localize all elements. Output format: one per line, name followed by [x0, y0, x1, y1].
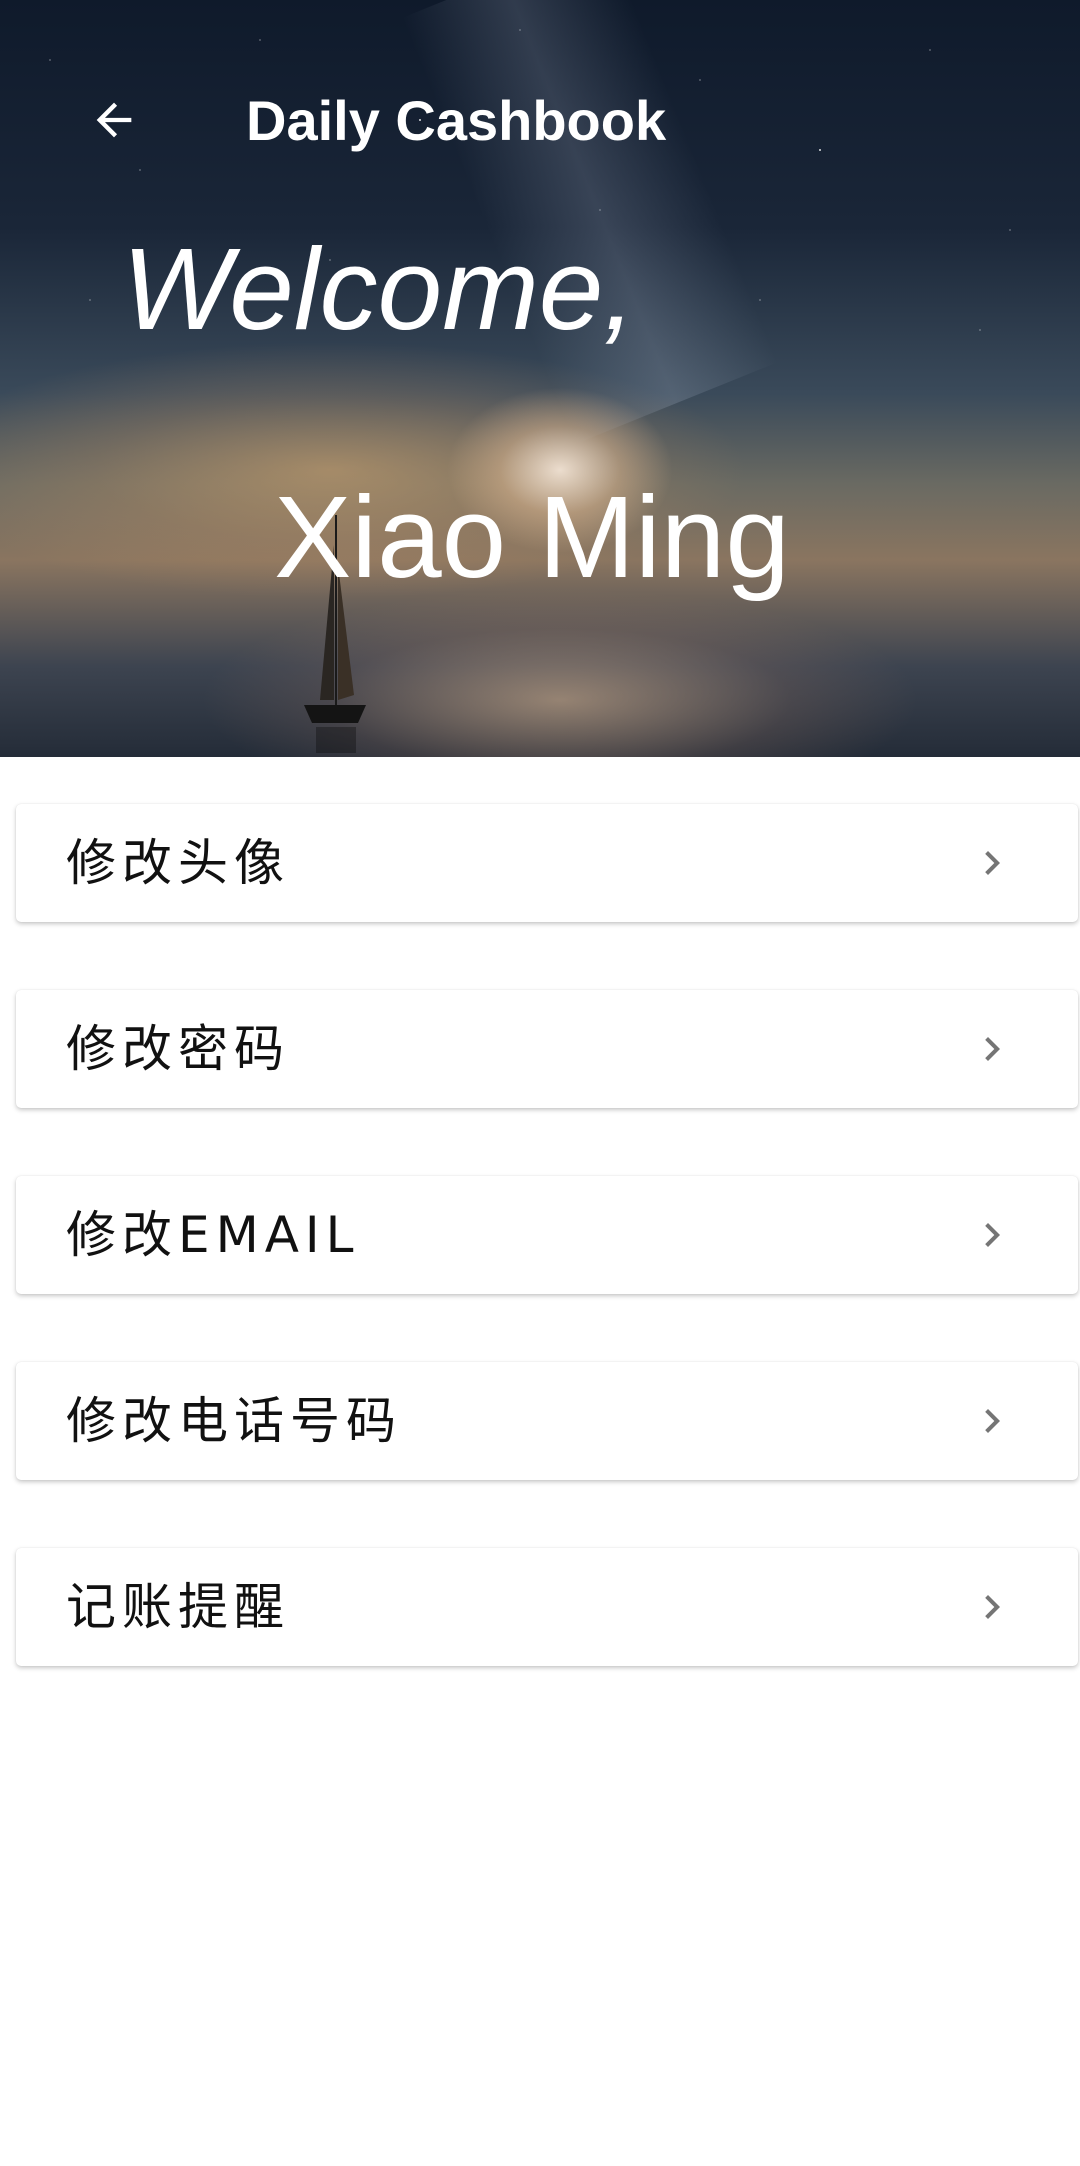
menu-item-label: 修改密码 — [66, 1020, 290, 1078]
menu-item-label: 修改电话号码 — [66, 1392, 402, 1450]
menu-item-change-email[interactable]: 修改EMAIL — [16, 1176, 1078, 1294]
menu-item-change-phone[interactable]: 修改电话号码 — [16, 1362, 1078, 1480]
app-title: Daily Cashbook — [246, 89, 667, 152]
menu-item-change-password[interactable]: 修改密码 — [16, 990, 1078, 1108]
welcome-text: Welcome, — [122, 224, 636, 354]
menu-item-label: 修改头像 — [66, 834, 290, 892]
chevron-right-icon — [985, 1409, 1000, 1433]
chevron-right-icon — [985, 851, 1000, 875]
chevron-right-icon — [985, 1595, 1000, 1619]
chevron-right-icon — [985, 1223, 1000, 1247]
arrow-left-icon — [96, 102, 132, 138]
chevron-right-icon — [985, 1037, 1000, 1061]
menu-item-label: 记账提醒 — [66, 1578, 290, 1636]
menu-item-change-avatar[interactable]: 修改头像 — [16, 804, 1078, 922]
username: Xiao Ming — [274, 472, 790, 602]
profile-header: Daily Cashbook Welcome, Xiao Ming — [0, 0, 1080, 757]
back-button[interactable] — [78, 84, 150, 156]
menu-item-bookkeeping-reminder[interactable]: 记账提醒 — [16, 1548, 1078, 1666]
menu-item-label: 修改EMAIL — [66, 1206, 360, 1264]
